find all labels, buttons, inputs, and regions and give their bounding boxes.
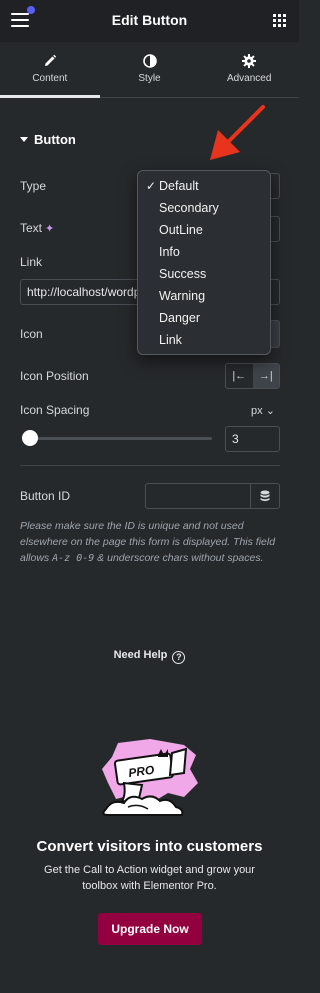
check-icon: ✓ (146, 179, 157, 193)
tab-style-label: Style (138, 73, 161, 84)
align-start-icon[interactable]: |← (226, 364, 253, 388)
button-id-label: Button ID (20, 489, 71, 503)
icon-spacing-input[interactable]: 3 (225, 426, 280, 452)
button-id-input[interactable] (145, 483, 251, 509)
icon-position-label: Icon Position (20, 369, 89, 383)
section-toggle-button[interactable]: Button (20, 132, 76, 147)
align-end-icon[interactable]: →| (252, 364, 279, 388)
type-dropdown-menu: ✓ Default Secondary OutLine Info Success… (137, 170, 271, 355)
gear-icon (242, 54, 257, 68)
divider (20, 465, 280, 466)
dropdown-option[interactable]: Secondary (159, 201, 219, 215)
ai-sparkle-icon[interactable]: ✦ (45, 223, 54, 235)
half-circle-icon (142, 54, 157, 68)
database-icon (260, 490, 270, 502)
icon-spacing-slider-thumb[interactable] (22, 430, 38, 446)
pencil-icon (44, 54, 57, 66)
icon-label: Icon (20, 327, 43, 341)
dynamic-tags-button[interactable] (251, 483, 280, 509)
annotation-arrow-icon (210, 105, 265, 160)
tab-advanced-label: Advanced (226, 73, 272, 84)
panel-tabs: Content Style Advanced (0, 42, 299, 98)
pro-promo-illustration: PRO (102, 739, 198, 816)
text-label-row: Text ✦ (20, 221, 54, 235)
unit-selector[interactable]: px ⌄ (251, 404, 275, 417)
type-label: Type (20, 179, 47, 193)
tab-content-label: Content (32, 73, 68, 84)
tab-content[interactable]: Content (0, 42, 100, 98)
dropdown-option[interactable]: Warning (159, 289, 205, 303)
help-text-part-2: & underscore chars without spaces. (94, 552, 264, 564)
text-label: Text (20, 221, 43, 235)
need-help-label: Need Help (113, 649, 168, 661)
icon-position-toggle: |← →| (225, 363, 280, 389)
top-bar: Edit Button (0, 0, 299, 42)
promo-title: Convert visitors into customers (36, 838, 263, 855)
panel-title: Edit Button (111, 12, 188, 28)
caret-down-icon (20, 137, 28, 142)
dropdown-option[interactable]: OutLine (159, 223, 203, 237)
tab-style[interactable]: Style (100, 42, 200, 97)
icon-spacing-slider-track[interactable] (30, 437, 212, 440)
link-label: Link (20, 255, 43, 269)
dropdown-option[interactable]: Success (159, 267, 206, 281)
need-help-link[interactable]: Need Help? (0, 649, 299, 664)
unit-value: px (251, 405, 263, 417)
upgrade-now-button[interactable]: Upgrade Now (98, 913, 202, 945)
question-circle-icon: ? (172, 651, 186, 664)
dropdown-option[interactable]: Danger (159, 311, 200, 325)
dropdown-option[interactable]: Link (159, 333, 182, 347)
dropdown-option[interactable]: Info (159, 245, 180, 259)
chevron-down-icon: ⌄ (265, 405, 275, 417)
dropdown-option[interactable]: Default (159, 179, 199, 193)
tab-advanced[interactable]: Advanced (199, 42, 299, 97)
section-title: Button (34, 132, 76, 147)
button-id-help-text: Please make sure the ID is unique and no… (20, 518, 282, 567)
help-text-code: A-z 0-9 (52, 553, 95, 564)
widgets-grid-icon[interactable] (273, 14, 286, 27)
promo-subtitle: Get the Call to Action widget and grow y… (44, 864, 255, 892)
icon-spacing-label: Icon Spacing (20, 403, 90, 417)
